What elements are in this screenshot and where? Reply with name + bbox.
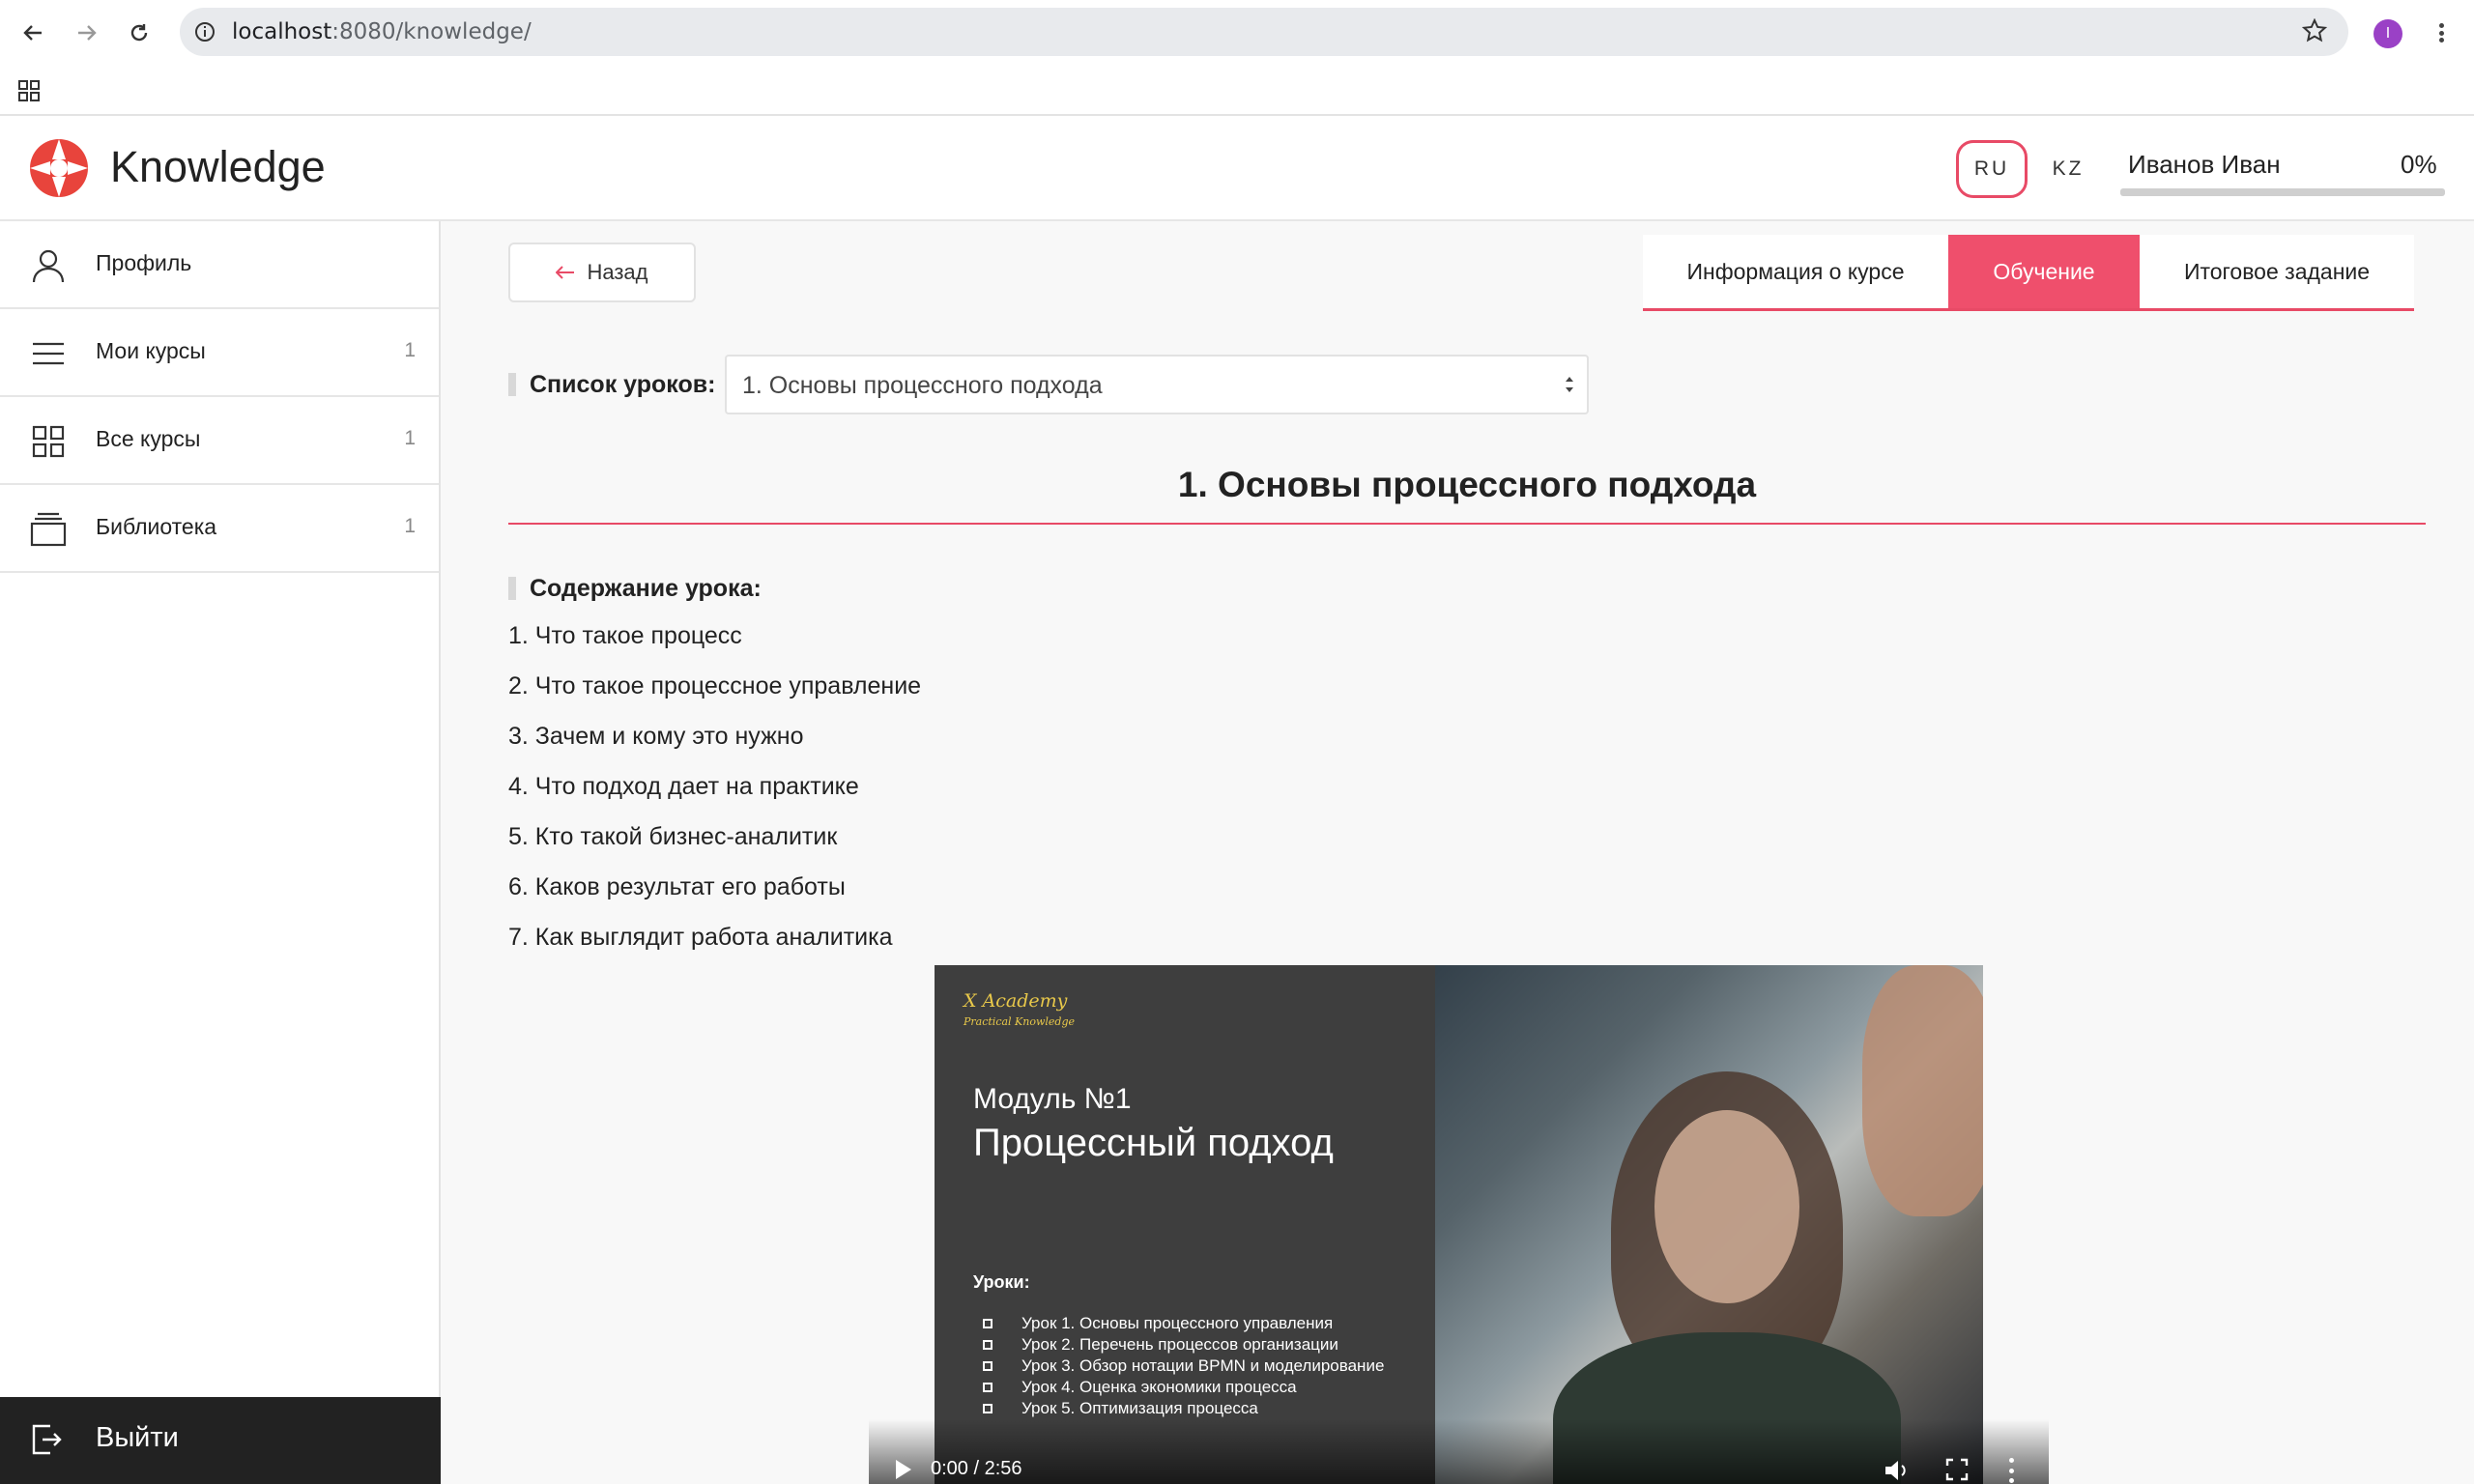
label-marker xyxy=(508,577,516,600)
sidebar-item-count: 1 xyxy=(404,515,416,537)
lessons-list-label: Список уроков: xyxy=(530,370,716,398)
volume-icon[interactable] xyxy=(1884,1458,1911,1484)
back-arrow-icon[interactable] xyxy=(14,14,52,52)
select-arrows-icon xyxy=(1564,374,1575,400)
sidebar: Профиль Мои курсы 1 Все курсы 1 Библиоте… xyxy=(0,221,441,1484)
checkbox-icon xyxy=(983,1383,992,1392)
course-tabs: Информация о курсе Обучение Итоговое зад… xyxy=(1643,235,2414,311)
brand-logo-text: X Academy xyxy=(964,990,1068,1012)
arrow-left-icon xyxy=(556,260,575,285)
lesson-content-heading: Содержание урока: xyxy=(508,573,762,604)
list-icon xyxy=(29,334,68,373)
browser-menu-icon[interactable] xyxy=(2433,17,2449,48)
list-item: Урок 5. Оптимизация процесса xyxy=(983,1398,1384,1419)
main-content: Назад Информация о курсе Обучение Итогов… xyxy=(441,221,2474,1484)
list-item: 1. Что такое процесс xyxy=(508,622,742,649)
video-time: 0:00 / 2:56 xyxy=(931,1458,1022,1479)
progress-bar xyxy=(2120,188,2445,196)
reload-icon[interactable] xyxy=(120,14,158,52)
user-name[interactable]: Иванов Иван xyxy=(2128,150,2281,180)
slide-lessons-list: Урок 1. Основы процессного управления Ур… xyxy=(983,1313,1384,1419)
lessons-select[interactable]: 1. Основы процессного подхода xyxy=(725,355,1589,414)
tab-final-task[interactable]: Итоговое задание xyxy=(2140,235,2414,308)
logout-icon xyxy=(29,1422,64,1462)
checkbox-icon xyxy=(983,1340,992,1350)
brand-subtitle: Practical Knowledge xyxy=(964,1015,1076,1028)
language-kz-button[interactable]: KZ xyxy=(2047,140,2089,198)
photo-figure xyxy=(1654,1110,1799,1303)
app-header: Knowledge RU KZ Иванов Иван 0% xyxy=(0,117,2474,221)
lesson-content-label: Содержание урока: xyxy=(530,574,762,602)
sidebar-item-count: 1 xyxy=(404,427,416,449)
library-icon xyxy=(29,510,68,549)
list-item: 5. Кто такой бизнес-аналитик xyxy=(508,823,838,850)
list-item: 7. Как выглядит работа аналитика xyxy=(508,924,893,951)
lessons-list-label-row: Список уроков: xyxy=(508,355,723,414)
play-icon[interactable] xyxy=(896,1460,911,1479)
list-item: Урок 4. Оценка экономики процесса xyxy=(983,1377,1384,1398)
progress-percent: 0% xyxy=(2401,150,2437,179)
checkbox-icon xyxy=(983,1319,992,1328)
logout-button[interactable]: Выйти xyxy=(0,1397,441,1484)
sidebar-item-my-courses[interactable]: Мои курсы 1 xyxy=(0,309,439,397)
grid-icon xyxy=(29,422,68,461)
video-slide-panel: X Academy Practical Knowledge Модуль №1 … xyxy=(935,965,1435,1484)
list-item: Урок 3. Обзор нотации BPMN и моделирован… xyxy=(983,1356,1384,1377)
title-divider xyxy=(508,523,2426,525)
sidebar-item-count: 1 xyxy=(404,339,416,361)
back-button[interactable]: Назад xyxy=(508,243,696,302)
list-item: Урок 2. Перечень процессов организации xyxy=(983,1334,1384,1356)
url-text: localhost:8080/knowledge/ xyxy=(232,19,532,44)
lesson-content-list: 1. Что такое процесс 2. Что такое процес… xyxy=(508,621,921,973)
list-item: 3. Зачем и кому это нужно xyxy=(508,723,804,750)
label-marker xyxy=(508,373,516,396)
sidebar-item-label: Библиотека xyxy=(96,514,217,539)
tab-learning[interactable]: Обучение xyxy=(1948,235,2140,308)
sidebar-item-profile[interactable]: Профиль xyxy=(0,221,439,309)
lesson-title: 1. Основы процессного подхода xyxy=(1177,465,1757,504)
user-icon xyxy=(29,246,68,285)
sidebar-item-label: Мои курсы xyxy=(96,338,206,363)
back-label: Назад xyxy=(587,260,648,284)
slide-lessons-heading: Уроки: xyxy=(973,1272,1030,1292)
list-item: 2. Что такое процессное управление xyxy=(508,672,922,699)
fullscreen-icon[interactable] xyxy=(1945,1458,1969,1484)
checkbox-icon xyxy=(983,1404,992,1413)
sidebar-item-library[interactable]: Библиотека 1 xyxy=(0,485,439,573)
tab-course-info[interactable]: Информация о курсе xyxy=(1643,235,1948,308)
address-bar[interactable]: localhost:8080/knowledge/ xyxy=(180,8,2348,56)
sidebar-item-all-courses[interactable]: Все курсы 1 xyxy=(0,397,439,485)
language-ru-button[interactable]: RU xyxy=(1956,140,2028,198)
forward-arrow-icon[interactable] xyxy=(68,14,106,52)
sidebar-item-label: Профиль xyxy=(96,250,192,275)
photo-figure xyxy=(1862,965,1983,1216)
video-menu-icon[interactable] xyxy=(2009,1458,2015,1483)
module-number: Модуль №1 xyxy=(973,1083,1132,1115)
browser-profile-avatar[interactable]: I xyxy=(2373,19,2402,48)
lesson-video-player[interactable]: X Academy Practical Knowledge Модуль №1 … xyxy=(935,965,1983,1484)
site-info-icon[interactable] xyxy=(193,20,216,48)
list-item: 4. Что подход дает на практике xyxy=(508,773,859,800)
bookmarks-bar xyxy=(0,64,2474,116)
app-title: Knowledge xyxy=(110,142,326,191)
bookmark-star-icon[interactable] xyxy=(2301,17,2328,48)
video-controls: 0:00 / 2:56 xyxy=(869,1419,2049,1484)
checkbox-icon xyxy=(983,1361,992,1371)
logout-label: Выйти xyxy=(96,1422,179,1453)
module-name: Процессный подход xyxy=(973,1122,1334,1164)
sidebar-item-label: Все курсы xyxy=(96,426,201,451)
lessons-select-value: 1. Основы процессного подхода xyxy=(742,372,1103,399)
browser-toolbar: localhost:8080/knowledge/ I xyxy=(0,0,2474,64)
list-item: 6. Каков результат его работы xyxy=(508,873,846,900)
knowledge-logo[interactable] xyxy=(29,138,89,198)
list-item: Урок 1. Основы процессного управления xyxy=(983,1313,1384,1334)
apps-grid-icon[interactable] xyxy=(17,79,41,107)
